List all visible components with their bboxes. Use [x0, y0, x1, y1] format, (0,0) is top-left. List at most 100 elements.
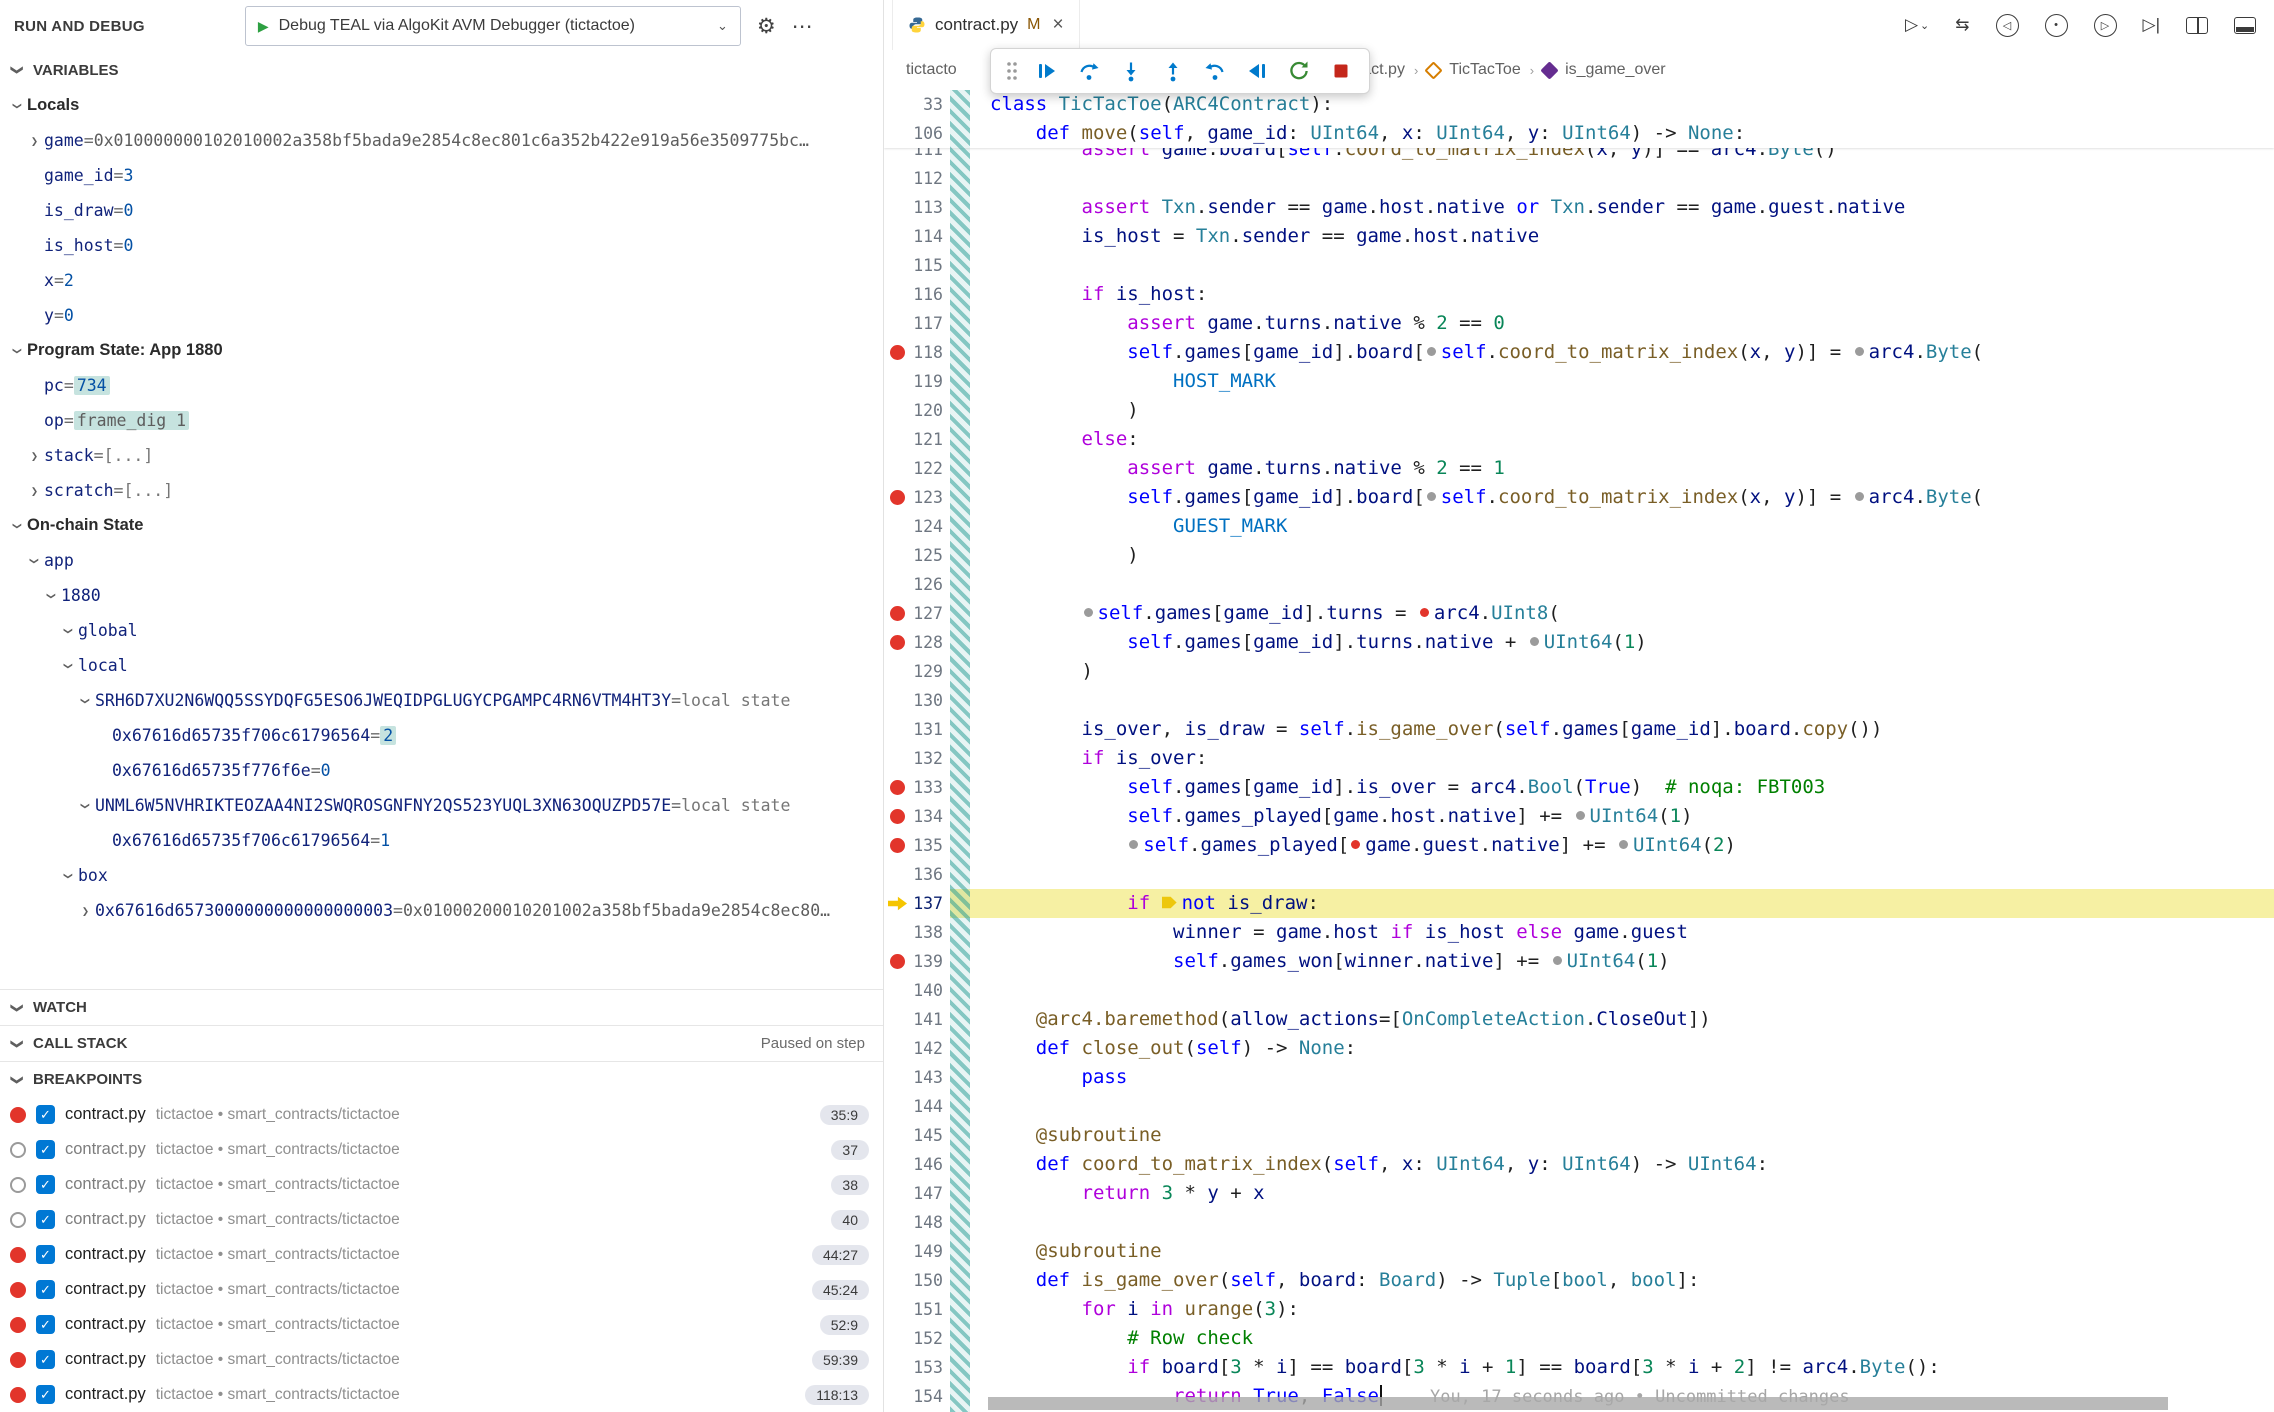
breakpoint-gutter-icon[interactable]	[884, 780, 911, 795]
variable-row[interactable]: ❯global	[0, 613, 883, 648]
code-line-138[interactable]: 138 winner = game.host if is_host else g…	[884, 918, 2274, 947]
code-line-145[interactable]: 145 @subroutine	[884, 1121, 2274, 1150]
breakpoint-row[interactable]: ✓contract.pytictactoe • smart_contracts/…	[0, 1237, 883, 1272]
run-to-cursor-icon[interactable]: ▷|	[2143, 15, 2161, 35]
variable-row[interactable]: ❯local	[0, 648, 883, 683]
code-line-140[interactable]: 140	[884, 976, 2274, 1005]
variable-row[interactable]: ❯game_id = 3	[0, 158, 883, 193]
code-line-137[interactable]: 137 if not is_draw:	[884, 889, 2274, 918]
breakpoint-gutter-icon[interactable]	[884, 345, 911, 360]
code-line-123[interactable]: 123 self.games[game_id].board[self.coord…	[884, 483, 2274, 512]
inline-breakpoint-dot-icon[interactable]	[1427, 492, 1436, 501]
inline-breakpoint-dot-icon[interactable]	[1619, 840, 1628, 849]
variable-row[interactable]: ❯is_host = 0	[0, 228, 883, 263]
inline-breakpoint-dot-icon[interactable]	[1576, 811, 1585, 820]
breadcrumb-method[interactable]: is_game_over	[1565, 61, 1666, 79]
variable-row[interactable]: ❯0x67616d65735f776f6e = 0	[0, 753, 883, 788]
restart-button[interactable]	[1281, 55, 1317, 87]
code-line-144[interactable]: 144	[884, 1092, 2274, 1121]
code-line-130[interactable]: 130	[884, 686, 2274, 715]
code-line-115[interactable]: 115	[884, 251, 2274, 280]
variable-row[interactable]: ❯box	[0, 858, 883, 893]
breakpoint-row[interactable]: ✓contract.pytictactoe • smart_contracts/…	[0, 1377, 883, 1412]
breakpoint-checkbox[interactable]: ✓	[36, 1350, 55, 1369]
breadcrumb-class[interactable]: TicTacToe	[1449, 61, 1520, 79]
watch-section-header[interactable]: ❯ WATCH	[0, 989, 883, 1025]
code-line-119[interactable]: 119 HOST_MARK	[884, 367, 2274, 396]
variable-row[interactable]: ❯pc = 734	[0, 368, 883, 403]
breakpoint-row[interactable]: ✓contract.pytictactoe • smart_contracts/…	[0, 1272, 883, 1307]
code-line-114[interactable]: 114 is_host = Txn.sender == game.host.na…	[884, 222, 2274, 251]
code-line-135[interactable]: 135 self.games_played[game.guest.native]…	[884, 831, 2274, 860]
breakpoint-checkbox[interactable]: ✓	[36, 1315, 55, 1334]
breakpoint-checkbox[interactable]: ✓	[36, 1105, 55, 1124]
inline-breakpoint-dot-icon[interactable]	[1553, 956, 1562, 965]
variable-row[interactable]: ❯x = 2	[0, 263, 883, 298]
variable-row[interactable]: ❯stack = [...]	[0, 438, 883, 473]
code-line-118[interactable]: 118 self.games[game_id].board[self.coord…	[884, 338, 2274, 367]
compare-changes-icon[interactable]: ⇆	[1955, 15, 1969, 35]
breakpoint-row[interactable]: ✓contract.pytictactoe • smart_contracts/…	[0, 1097, 883, 1132]
record-icon[interactable]: •	[2045, 14, 2068, 37]
variable-row[interactable]: ❯y = 0	[0, 298, 883, 333]
breakpoints-section-header[interactable]: ❯ BREAKPOINTS	[0, 1061, 883, 1097]
code-line-151[interactable]: 151 for i in urange(3):	[884, 1295, 2274, 1324]
debug-config-dropdown[interactable]: ▶ Debug TEAL via AlgoKit AVM Debugger (t…	[245, 6, 741, 46]
run-file-dropdown-icon[interactable]: ▷⌄	[1905, 15, 1929, 35]
code-line-149[interactable]: 149 @subroutine	[884, 1237, 2274, 1266]
code-line-106[interactable]: 106 def move(self, game_id: UInt64, x: U…	[884, 119, 2274, 148]
step-into-button[interactable]	[1113, 55, 1149, 87]
code-line-129[interactable]: 129 )	[884, 657, 2274, 686]
start-debug-icon[interactable]: ▶	[258, 18, 269, 35]
code-line-143[interactable]: 143 pass	[884, 1063, 2274, 1092]
tab-contract-py[interactable]: contract.py M ×	[892, 0, 1080, 50]
inline-breakpoint-dot-icon[interactable]	[1427, 347, 1436, 356]
code-line-136[interactable]: 136	[884, 860, 2274, 889]
code-line-122[interactable]: 122 assert game.turns.native % 2 == 1	[884, 454, 2274, 483]
code-line-146[interactable]: 146 def coord_to_matrix_index(self, x: U…	[884, 1150, 2274, 1179]
breakpoint-checkbox[interactable]: ✓	[36, 1140, 55, 1159]
code-line-33[interactable]: 33class TicTacToe(ARC4Contract):	[884, 90, 2274, 119]
code-line-120[interactable]: 120 )	[884, 396, 2274, 425]
inline-breakpoint-dot-icon[interactable]	[1084, 608, 1093, 617]
step-back-button[interactable]	[1197, 55, 1233, 87]
variable-row[interactable]: ❯game = 0x010000000102010002a358bf5bada9…	[0, 123, 883, 158]
drag-handle-icon[interactable]	[1001, 58, 1023, 84]
split-editor-icon[interactable]	[2186, 17, 2208, 34]
continue-button[interactable]	[1029, 55, 1065, 87]
code-line-142[interactable]: 142 def close_out(self) -> None:	[884, 1034, 2274, 1063]
code-line-148[interactable]: 148	[884, 1208, 2274, 1237]
breadcrumb-folder[interactable]: tictacto	[906, 61, 957, 79]
variable-row[interactable]: ❯0x67616d6573000000000000000003 = 0x0100…	[0, 893, 883, 928]
breakpoint-checkbox[interactable]: ✓	[36, 1280, 55, 1299]
customize-layout-icon[interactable]	[2234, 17, 2256, 34]
breakpoint-checkbox[interactable]: ✓	[36, 1245, 55, 1264]
breakpoint-checkbox[interactable]: ✓	[36, 1175, 55, 1194]
inline-breakpoint-dot-icon[interactable]	[1530, 637, 1539, 646]
code-line-128[interactable]: 128 self.games[game_id].turns.native + U…	[884, 628, 2274, 657]
callstack-section-header[interactable]: ❯ CALL STACK Paused on step	[0, 1025, 883, 1061]
variable-row[interactable]: ❯Locals	[0, 88, 883, 123]
variable-row[interactable]: ❯On-chain State	[0, 508, 883, 543]
code-line-139[interactable]: 139 self.games_won[winner.native] += UIn…	[884, 947, 2274, 976]
breakpoint-row[interactable]: ✓contract.pytictactoe • smart_contracts/…	[0, 1132, 883, 1167]
code-line-147[interactable]: 147 return 3 * y + x	[884, 1179, 2274, 1208]
breakpoint-checkbox[interactable]: ✓	[36, 1385, 55, 1404]
code-line-116[interactable]: 116 if is_host:	[884, 280, 2274, 309]
code-line-153[interactable]: 153 if board[3 * i] == board[3 * i + 1] …	[884, 1353, 2274, 1382]
breakpoint-row[interactable]: ✓contract.pytictactoe • smart_contracts/…	[0, 1202, 883, 1237]
nav-back-icon[interactable]: ◁	[1996, 14, 2019, 37]
step-over-button[interactable]	[1071, 55, 1107, 87]
variables-section-header[interactable]: ❯ VARIABLES	[0, 52, 883, 88]
gear-icon[interactable]: ⚙	[757, 16, 776, 37]
code-line-125[interactable]: 125 )	[884, 541, 2274, 570]
horizontal-scrollbar[interactable]	[988, 1397, 2168, 1410]
code-line-131[interactable]: 131 is_over, is_draw = self.is_game_over…	[884, 715, 2274, 744]
code-line-132[interactable]: 132 if is_over:	[884, 744, 2274, 773]
variable-row[interactable]: ❯0x67616d65735f706c61796564 = 1	[0, 823, 883, 858]
variable-row[interactable]: ❯1880	[0, 578, 883, 613]
code-line-134[interactable]: 134 self.games_played[game.host.native] …	[884, 802, 2274, 831]
code-line-112[interactable]: 112	[884, 164, 2274, 193]
variable-row[interactable]: ❯SRH6D7XU2N6WQQ5SSYDQFG5ESO6JWEQIDPGLUGY…	[0, 683, 883, 718]
variable-row[interactable]: ❯app	[0, 543, 883, 578]
